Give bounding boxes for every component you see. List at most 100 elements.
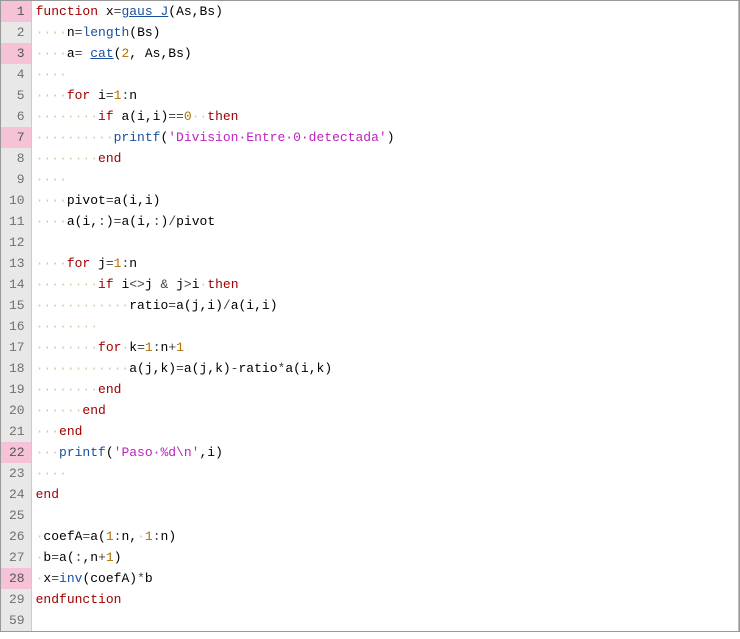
token-id: a(i,i)	[114, 109, 169, 124]
token-ws: ········	[36, 277, 98, 292]
line-number: 9	[1, 169, 31, 190]
token-id: a(	[90, 529, 106, 544]
code-editor[interactable]: 1234567891011121314151617181920212223242…	[0, 0, 740, 632]
code-line[interactable]: ········end	[32, 148, 738, 169]
token-op: =	[106, 88, 114, 103]
code-line[interactable]: ········end	[32, 379, 738, 400]
token-num: 1	[106, 529, 114, 544]
token-id: i	[192, 277, 200, 292]
token-kw: for	[67, 256, 90, 271]
code-line[interactable]: ····for j=1:n	[32, 253, 738, 274]
code-line[interactable]: ···printf('Paso·%d\n',i)	[32, 442, 738, 463]
token-kw: endfunction	[36, 592, 122, 607]
token-fn: cat	[90, 46, 113, 61]
token-op: /	[223, 298, 231, 313]
token-kw: end	[36, 487, 59, 502]
token-ws: ····	[36, 466, 67, 481]
token-ws: ········	[36, 340, 98, 355]
token-id: (Bs)	[129, 25, 160, 40]
code-line[interactable]: ············ratio=a(j,i)/a(i,i)	[32, 295, 738, 316]
token-id: (coefA)	[82, 571, 137, 586]
code-line[interactable]: ····	[32, 64, 738, 85]
token-id: a	[67, 46, 75, 61]
token-op: :	[98, 214, 106, 229]
token-kw: if	[98, 109, 114, 124]
code-line[interactable]: ·x=inv(coefA)*b	[32, 568, 738, 589]
line-number: 8	[1, 148, 31, 169]
token-op: ==	[168, 109, 184, 124]
line-number: 1	[1, 1, 31, 22]
token-op: :	[153, 529, 161, 544]
token-id: j	[90, 256, 106, 271]
token-ws: ····	[36, 172, 67, 187]
line-number: 18	[1, 358, 31, 379]
code-line[interactable]: ····	[32, 463, 738, 484]
code-line[interactable]: ···end	[32, 421, 738, 442]
token-kw: function	[36, 4, 98, 19]
token-id: x	[98, 4, 114, 19]
line-number: 29	[1, 589, 31, 610]
token-ws: ···	[36, 424, 59, 439]
token-id: ratio	[129, 298, 168, 313]
code-line[interactable]: ············a(j,k)=a(j,k)-ratio*a(i,k)	[32, 358, 738, 379]
token-kw: then	[207, 109, 238, 124]
token-op: =	[51, 550, 59, 565]
token-op: :	[153, 340, 161, 355]
line-number: 5	[1, 85, 31, 106]
code-line[interactable]: function x=gaus_J(As,Bs)	[32, 1, 738, 22]
line-number: 15	[1, 295, 31, 316]
code-line[interactable]: ······end	[32, 400, 738, 421]
token-id: )	[114, 550, 122, 565]
token-ws: ············	[36, 298, 130, 313]
code-line[interactable]: ····n=length(Bs)	[32, 22, 738, 43]
token-num: 1	[176, 340, 184, 355]
code-line[interactable]: ········	[32, 316, 738, 337]
code-line[interactable]: ····a(i,:)=a(i,:)/pivot	[32, 211, 738, 232]
code-line[interactable]: endfunction	[32, 589, 738, 610]
token-id: a(i,	[67, 214, 98, 229]
code-line[interactable]: ········for·k=1:n+1	[32, 337, 738, 358]
code-line[interactable]: ····	[32, 169, 738, 190]
token-op: =	[106, 193, 114, 208]
line-number: 59	[1, 610, 31, 631]
code-line[interactable]: ·b=a(:,n+1)	[32, 547, 738, 568]
code-line[interactable]: ····pivot=a(i,i)	[32, 190, 738, 211]
token-op: >	[184, 277, 192, 292]
token-id: b	[145, 571, 153, 586]
token-ws: ········	[36, 151, 98, 166]
code-line[interactable]: ··········printf('Division·Entre·0·detec…	[32, 127, 738, 148]
token-id: n	[67, 25, 75, 40]
token-ws: ···	[36, 445, 59, 460]
line-number: 25	[1, 505, 31, 526]
code-line[interactable]: ········if i<>j & j>i·then	[32, 274, 738, 295]
token-id: a(	[59, 550, 75, 565]
code-line[interactable]: end	[32, 484, 738, 505]
token-kw: end	[59, 424, 82, 439]
code-line[interactable]: ····a= cat(2, As,Bs)	[32, 43, 738, 64]
token-id: coefA	[43, 529, 82, 544]
code-line[interactable]: ·coefA=a(1:n,·1:n)	[32, 526, 738, 547]
token-id: n)	[161, 529, 177, 544]
token-op: +	[98, 550, 106, 565]
code-line[interactable]	[32, 610, 738, 631]
code-line[interactable]: ········if a(i,i)==0··then	[32, 106, 738, 127]
token-op: <>	[129, 277, 145, 292]
token-id: ,i)	[199, 445, 222, 460]
token-op: =	[51, 571, 59, 586]
token-op: +	[168, 340, 176, 355]
token-fn: gaus_J	[121, 4, 168, 19]
token-op: :	[153, 214, 161, 229]
token-op: =	[168, 298, 176, 313]
token-ws: ········	[36, 319, 98, 334]
line-number: 4	[1, 64, 31, 85]
code-line[interactable]	[32, 232, 738, 253]
token-op: /	[168, 214, 176, 229]
token-ws: ····	[36, 88, 67, 103]
token-ws: ····	[36, 46, 67, 61]
code-area[interactable]: function x=gaus_J(As,Bs)····n=length(Bs)…	[32, 1, 739, 631]
token-ws: ····	[36, 193, 67, 208]
code-line[interactable]: ····for i=1:n	[32, 85, 738, 106]
token-fn-nou: length	[82, 25, 129, 40]
token-id: (As,Bs)	[168, 4, 223, 19]
code-line[interactable]	[32, 505, 738, 526]
